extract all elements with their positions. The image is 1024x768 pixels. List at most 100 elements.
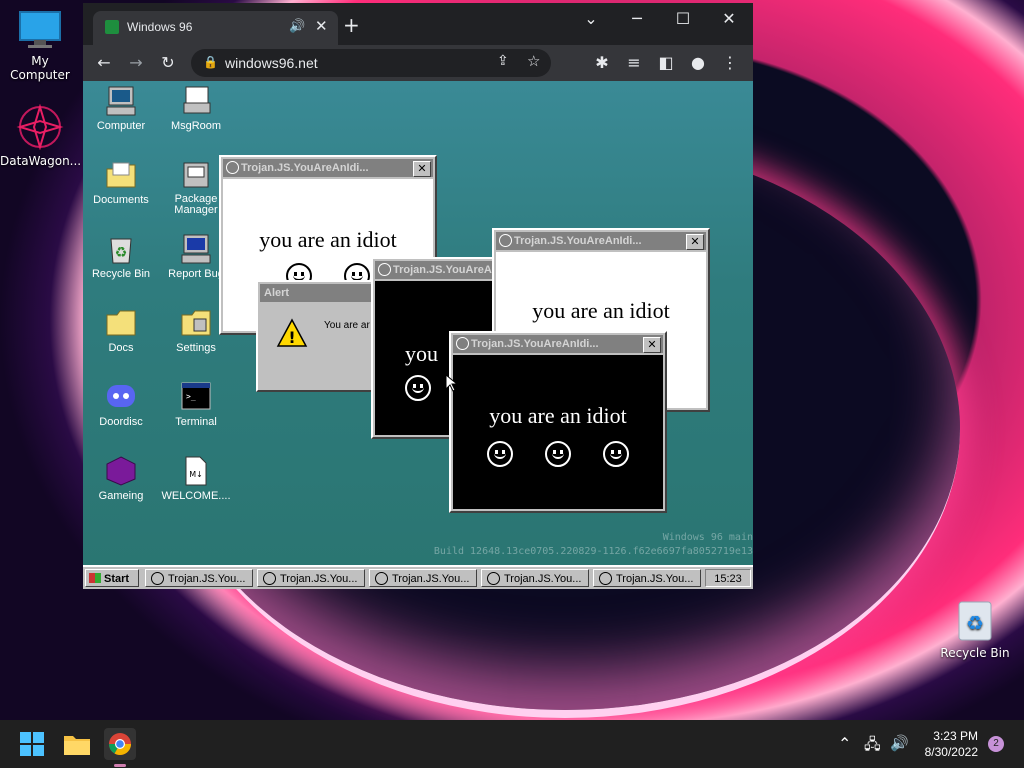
popup-message: you are an idiot [532, 298, 670, 323]
w96-icon-label: Docs [108, 342, 134, 354]
clock[interactable]: 3:23 PM 8/30/2022 [922, 728, 978, 760]
w96-icon-gameing[interactable]: Gameing [83, 455, 159, 502]
chrome-titlebar: Windows 96 🔊 ✕ + ⌄ ─ ☐ ✕ [83, 3, 753, 45]
file-explorer-button[interactable] [61, 728, 93, 760]
popup-titlebar: Trojan.JS.YouAreAnIdi... [453, 335, 663, 353]
chevron-up-icon[interactable]: ⌃ [838, 734, 851, 754]
popup-close-button[interactable]: ✕ [686, 234, 704, 250]
desktop-icon-recycle-bin[interactable]: ♻ Recycle Bin [935, 598, 1015, 660]
smiley-small-icon [487, 572, 500, 585]
desktop-icon-datawagon[interactable]: DataWagon... [0, 103, 82, 168]
w96-start-button[interactable]: Start [85, 569, 139, 587]
time-text: 3:23 PM [933, 729, 978, 743]
watermark-line-1: Windows 96 main [662, 532, 753, 543]
windows96-favicon [105, 20, 119, 34]
w96-icon-doordisc[interactable]: Doordisc [83, 381, 159, 428]
gameing-icon [105, 455, 137, 487]
network-icon[interactable]: 🖧 [864, 734, 881, 759]
popup-title: Trojan.JS.YouAreAnIdi... [514, 235, 642, 247]
w96-icon-label: Settings [176, 342, 216, 354]
smiley-small-icon [151, 572, 164, 585]
smiley-icon [545, 441, 571, 467]
package-manager-icon [180, 159, 212, 191]
smiley-small-icon [263, 572, 276, 585]
w96-task-button[interactable]: Trojan.JS.You... [593, 569, 701, 587]
reload-icon[interactable]: ↻ [157, 53, 179, 72]
windows96-desktop: Computer MsgRoom Documents Package Manag… [83, 81, 753, 589]
side-panel-icon[interactable]: ◧ [655, 53, 677, 72]
extensions-icon[interactable]: ✱ [591, 53, 613, 72]
url-text: windows96.net [225, 55, 318, 71]
new-tab-button[interactable]: + [343, 13, 360, 37]
minimize-icon[interactable]: ─ [617, 9, 657, 28]
idiot-popup-4[interactable]: Trojan.JS.YouAreAnIdi... ✕ you are an id… [449, 331, 667, 513]
svg-text:♻: ♻ [115, 245, 128, 261]
report-bug-icon [180, 233, 212, 265]
notification-count: 2 [993, 738, 999, 749]
tab-close-icon[interactable]: ✕ [315, 17, 328, 35]
volume-icon[interactable]: 🔊 [890, 734, 909, 752]
mouse-cursor-icon [445, 374, 457, 392]
popup-title: Trojan.JS.YouAreAnIdi... [393, 264, 493, 276]
popup-title: Trojan.JS.YouAreAnIdi... [471, 338, 599, 350]
settings-icon [180, 307, 212, 339]
alert-title: Alert [264, 287, 290, 299]
w96-task-button[interactable]: Trojan.JS.You... [145, 569, 253, 587]
w96-icon-label: Documents [93, 194, 149, 206]
start-button[interactable] [16, 728, 48, 760]
popup-titlebar: Trojan.JS.YouAreAnIdi... [223, 159, 433, 177]
desktop-icon-my-computer[interactable]: My Computer [0, 10, 80, 82]
popup-close-button[interactable]: ✕ [413, 161, 431, 177]
forward-icon[interactable]: → [125, 53, 147, 72]
windows-taskbar: ⌃ 🖧 🔊 3:23 PM 8/30/2022 2 [0, 720, 1024, 768]
menu-kebab-icon[interactable]: ⋮ [719, 53, 741, 72]
w96-icon-welcome[interactable]: M↓ WELCOME.... [158, 455, 234, 502]
chrome-taskbar-button[interactable] [104, 728, 136, 767]
desktop-icon-label: DataWagon... [0, 154, 82, 168]
w96-icon-documents[interactable]: Documents [83, 159, 159, 206]
popup-titlebar: Trojan.JS.YouAreAnIdi... [496, 232, 706, 250]
doordisc-icon [105, 381, 137, 413]
speaker-icon[interactable]: 🔊 [289, 18, 305, 34]
alert-message: You are ar [324, 320, 370, 331]
smiley-small-icon [375, 572, 388, 585]
smiley-small-icon [599, 572, 612, 585]
msgroom-icon [180, 85, 212, 117]
maximize-icon[interactable]: ☐ [663, 9, 703, 28]
svg-text:♻: ♻ [966, 611, 984, 635]
w96-icon-recycle-bin[interactable]: ♻ Recycle Bin [83, 233, 159, 280]
w96-task-button[interactable]: Trojan.JS.You... [481, 569, 589, 587]
w96-icon-computer[interactable]: Computer [83, 85, 159, 132]
w96-taskbar: Start Trojan.JS.You... Trojan.JS.You... … [83, 565, 753, 589]
popup-body: you are an idiot [453, 355, 663, 509]
browser-tab[interactable]: Windows 96 🔊 ✕ [93, 11, 338, 45]
recycle-bin-icon: ♻ [105, 233, 137, 265]
profile-avatar-icon[interactable]: ● [687, 53, 709, 72]
close-window-icon[interactable]: ✕ [709, 9, 749, 28]
w96-icon-label: Doordisc [99, 416, 143, 428]
popup-message: you are an idiot [489, 403, 627, 428]
computer-icon [105, 85, 137, 117]
w96-icon-docs[interactable]: Docs [83, 307, 159, 354]
share-icon[interactable]: ⇪ [497, 53, 509, 69]
warning-icon: ! [276, 318, 308, 347]
w96-task-button[interactable]: Trojan.JS.You... [369, 569, 477, 587]
smiley-icon [405, 375, 431, 401]
w96-icon-msgroom[interactable]: MsgRoom [158, 85, 234, 132]
w96-icon-terminal[interactable]: >_ Terminal [158, 381, 234, 428]
task-label: Trojan.JS.You... [280, 573, 358, 585]
notification-badge[interactable]: 2 [988, 736, 1004, 752]
w96-task-button[interactable]: Trojan.JS.You... [257, 569, 365, 587]
w96-icon-label: WELCOME.... [161, 490, 231, 502]
media-control-icon[interactable]: ≡ [623, 53, 645, 72]
address-bar[interactable]: 🔒 windows96.net ⇪ ☆ [191, 49, 551, 77]
recycle-bin-icon: ♻ [955, 598, 995, 642]
chrome-window: Windows 96 🔊 ✕ + ⌄ ─ ☐ ✕ ← → ↻ 🔒 windows… [83, 3, 753, 589]
tab-search-icon[interactable]: ⌄ [571, 9, 611, 28]
bookmark-star-icon[interactable]: ☆ [527, 52, 540, 70]
popup-close-button[interactable]: ✕ [643, 337, 661, 353]
back-icon[interactable]: ← [93, 53, 115, 72]
w96-icon-label: Computer [96, 120, 146, 132]
w96-clock: 15:23 [705, 569, 751, 587]
lock-icon: 🔒 [203, 55, 218, 69]
